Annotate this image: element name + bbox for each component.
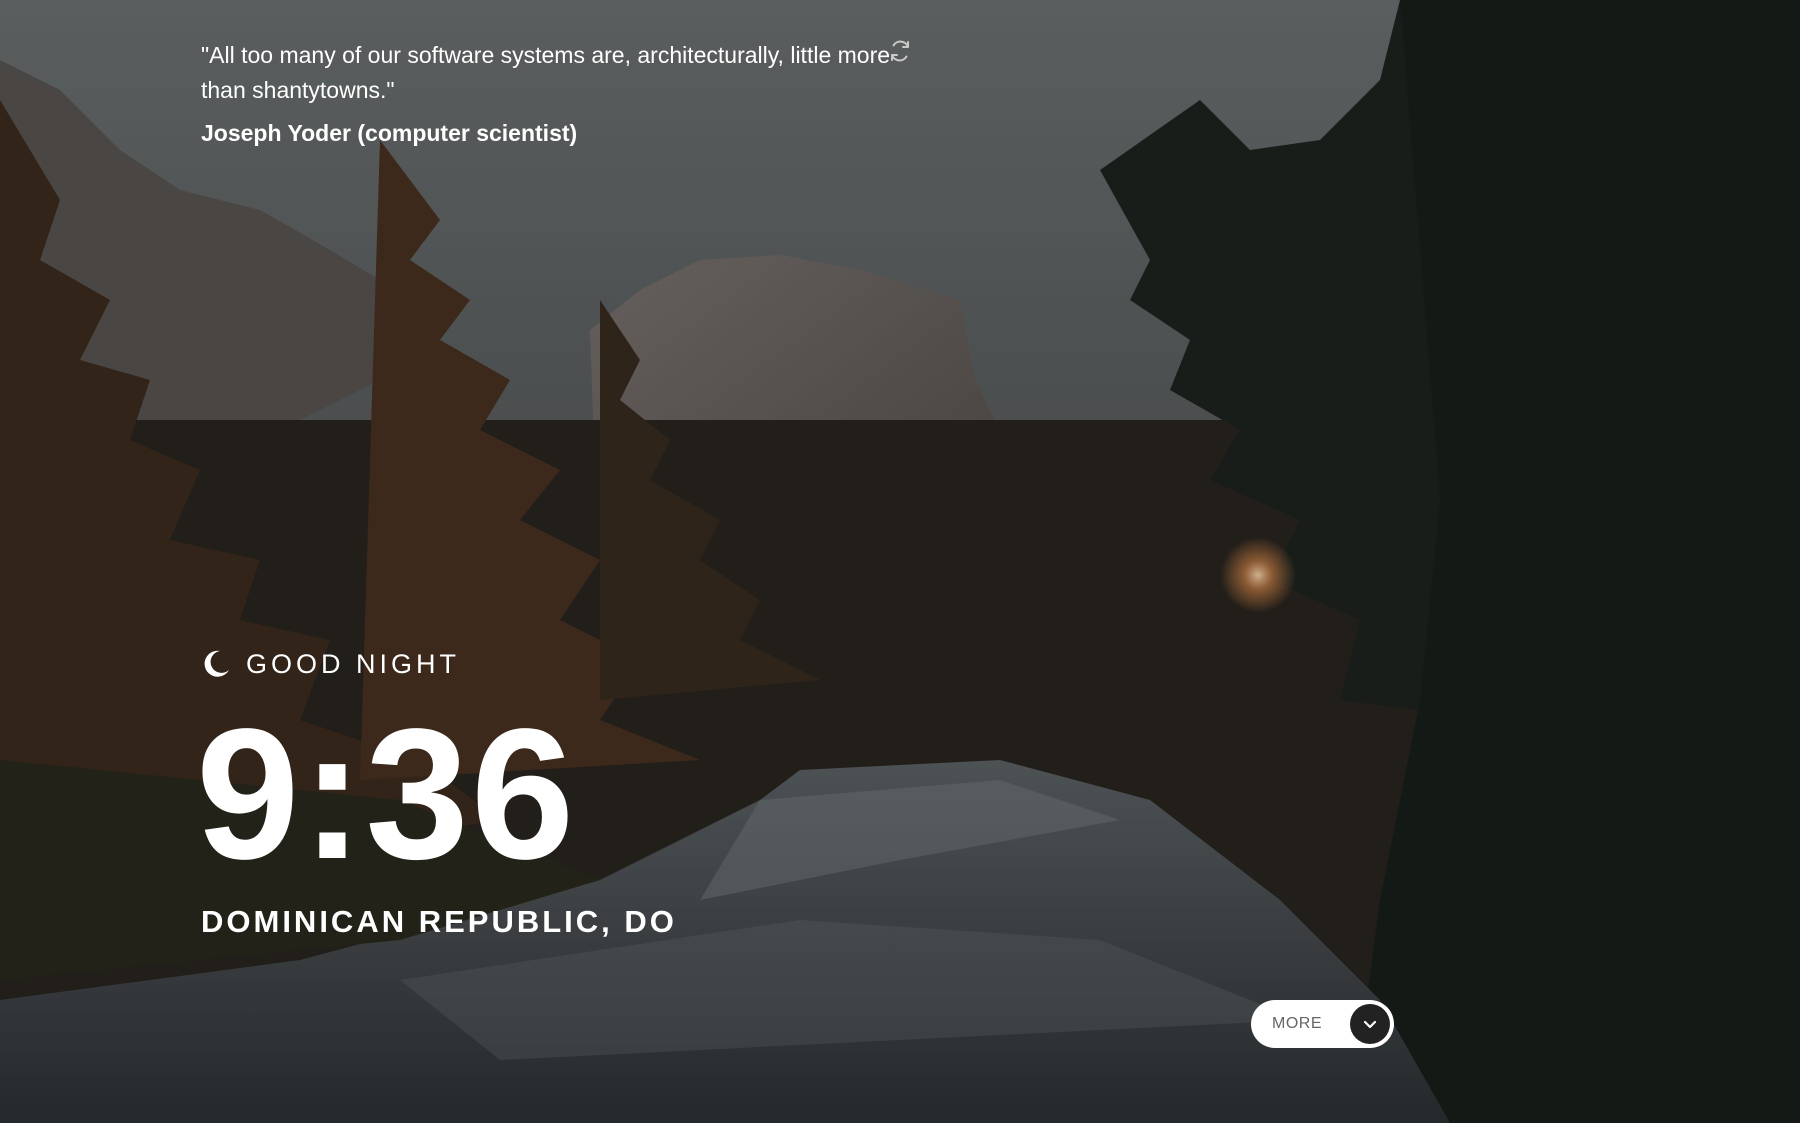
greeting: GOOD NIGHT (200, 648, 460, 680)
chevron-down-icon (1350, 1004, 1390, 1044)
quote-block: "All too many of our software systems ar… (201, 38, 901, 148)
greeting-text: GOOD NIGHT (246, 648, 460, 679)
quote-author: Joseph Yoder (computer scientist) (201, 120, 578, 146)
more-button-label: MORE (1272, 1015, 1322, 1032)
refresh-icon (891, 40, 909, 62)
app-root: "All too many of our software systems ar… (0, 0, 1800, 1123)
quote-text: "All too many of our software systems ar… (201, 42, 891, 103)
refresh-quote-button[interactable] (885, 36, 915, 66)
moon-icon (204, 650, 229, 677)
clock-time: 9:36 (196, 691, 577, 898)
background-shade (0, 0, 1800, 1123)
more-button[interactable]: MORE (1251, 1000, 1394, 1048)
location-label: DOMINICAN REPUBLIC, DO (201, 904, 677, 939)
